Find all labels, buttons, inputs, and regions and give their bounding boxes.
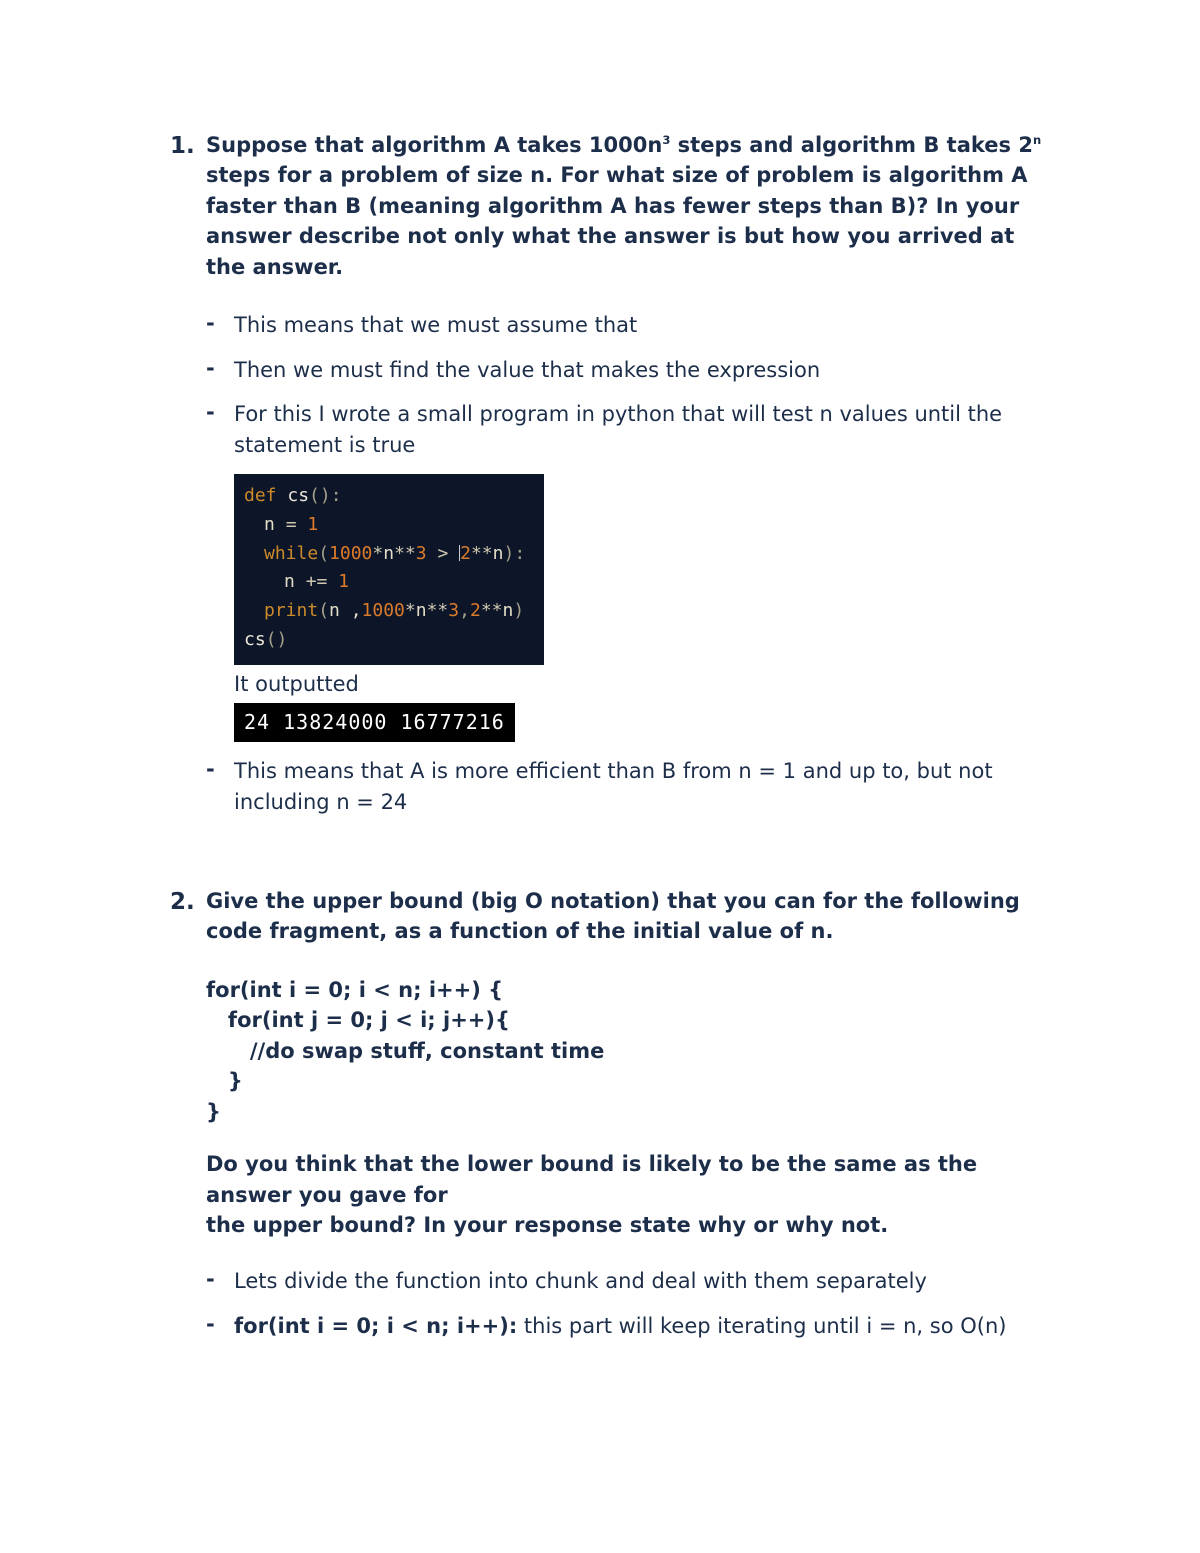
answer-row: - This means that we must assume that (206, 310, 1050, 340)
q2-answer-2-code: for(int i = 0; i < n; i++): (234, 1314, 517, 1338)
question-1-body: Suppose that algorithm A takes 1000n3 st… (206, 130, 1050, 831)
answer-row: - For this I wrote a small program in py… (206, 399, 1050, 460)
question-2-answers: - Lets divide the function into chunk an… (206, 1266, 1050, 1341)
q1-answer-1: This means that we must assume that (234, 310, 1050, 340)
q1-sup-n: n (1033, 133, 1041, 147)
dash-bullet: - (206, 1266, 234, 1296)
answer-row: - This means that A is more efficient th… (206, 756, 1050, 817)
question-2-block: 2. Give the upper bound (big O notation)… (170, 886, 1050, 1355)
code-line-4: n += 1 (244, 568, 534, 597)
question-2-prompt: Give the upper bound (big O notation) th… (206, 886, 1050, 947)
answer-row: - for(int i = 0; i < n; i++): this part … (206, 1311, 1050, 1341)
document-page: 1. Suppose that algorithm A takes 1000n3… (0, 0, 1200, 1553)
q2-answer-2: for(int i = 0; i < n; i++): this part wi… (234, 1311, 1050, 1341)
q1-answer-3: For this I wrote a small program in pyth… (234, 399, 1050, 460)
q1-prompt-b: steps and algorithm B takes 2 (670, 133, 1033, 157)
answer-row: - Then we must find the value that makes… (206, 355, 1050, 385)
dash-bullet: - (206, 1311, 234, 1341)
question-1-block: 1. Suppose that algorithm A takes 1000n3… (170, 130, 1050, 831)
question-1-prompt: Suppose that algorithm A takes 1000n3 st… (206, 130, 1050, 282)
program-output: 24 13824000 16777216 (234, 703, 515, 742)
code-line-6: cs() (244, 626, 534, 655)
answer-row: - Lets divide the function into chunk an… (206, 1266, 1050, 1296)
q1-answer-2: Then we must find the value that makes t… (234, 355, 1050, 385)
q1-prompt-c: steps for a problem of size n. For what … (206, 163, 1028, 278)
q2-answer-1: Lets divide the function into chunk and … (234, 1266, 1050, 1296)
code-line-1: def cs(): (244, 482, 534, 511)
code-line-3: while(1000*n**3 > 2**n): (244, 540, 534, 569)
q2-answer-2-rest: this part will keep iterating until i = … (517, 1314, 1006, 1338)
c-code-fragment: for(int i = 0; i < n; i++) { for(int j =… (206, 975, 1050, 1127)
dash-bullet: - (206, 355, 234, 385)
dash-bullet: - (206, 756, 234, 817)
output-caption: It outputted (234, 669, 1050, 699)
code-line-2: n = 1 (244, 511, 534, 540)
dash-bullet: - (206, 310, 234, 340)
question-number-1: 1. (170, 130, 206, 831)
q1-prompt-a: Suppose that algorithm A takes 1000n (206, 133, 662, 157)
code-line-5: print(n ,1000*n**3,2**n) (244, 597, 534, 626)
python-code-block: def cs(): n = 1 while(1000*n**3 > 2**n):… (234, 474, 544, 665)
question-1-answers: - This means that we must assume that - … (206, 310, 1050, 817)
q1-answer-4: This means that A is more efficient than… (234, 756, 1050, 817)
question-2-body: Give the upper bound (big O notation) th… (206, 886, 1050, 1355)
dash-bullet: - (206, 399, 234, 460)
question-2-prompt-followup: Do you think that the lower bound is lik… (206, 1149, 1050, 1240)
question-number-2: 2. (170, 886, 206, 1355)
